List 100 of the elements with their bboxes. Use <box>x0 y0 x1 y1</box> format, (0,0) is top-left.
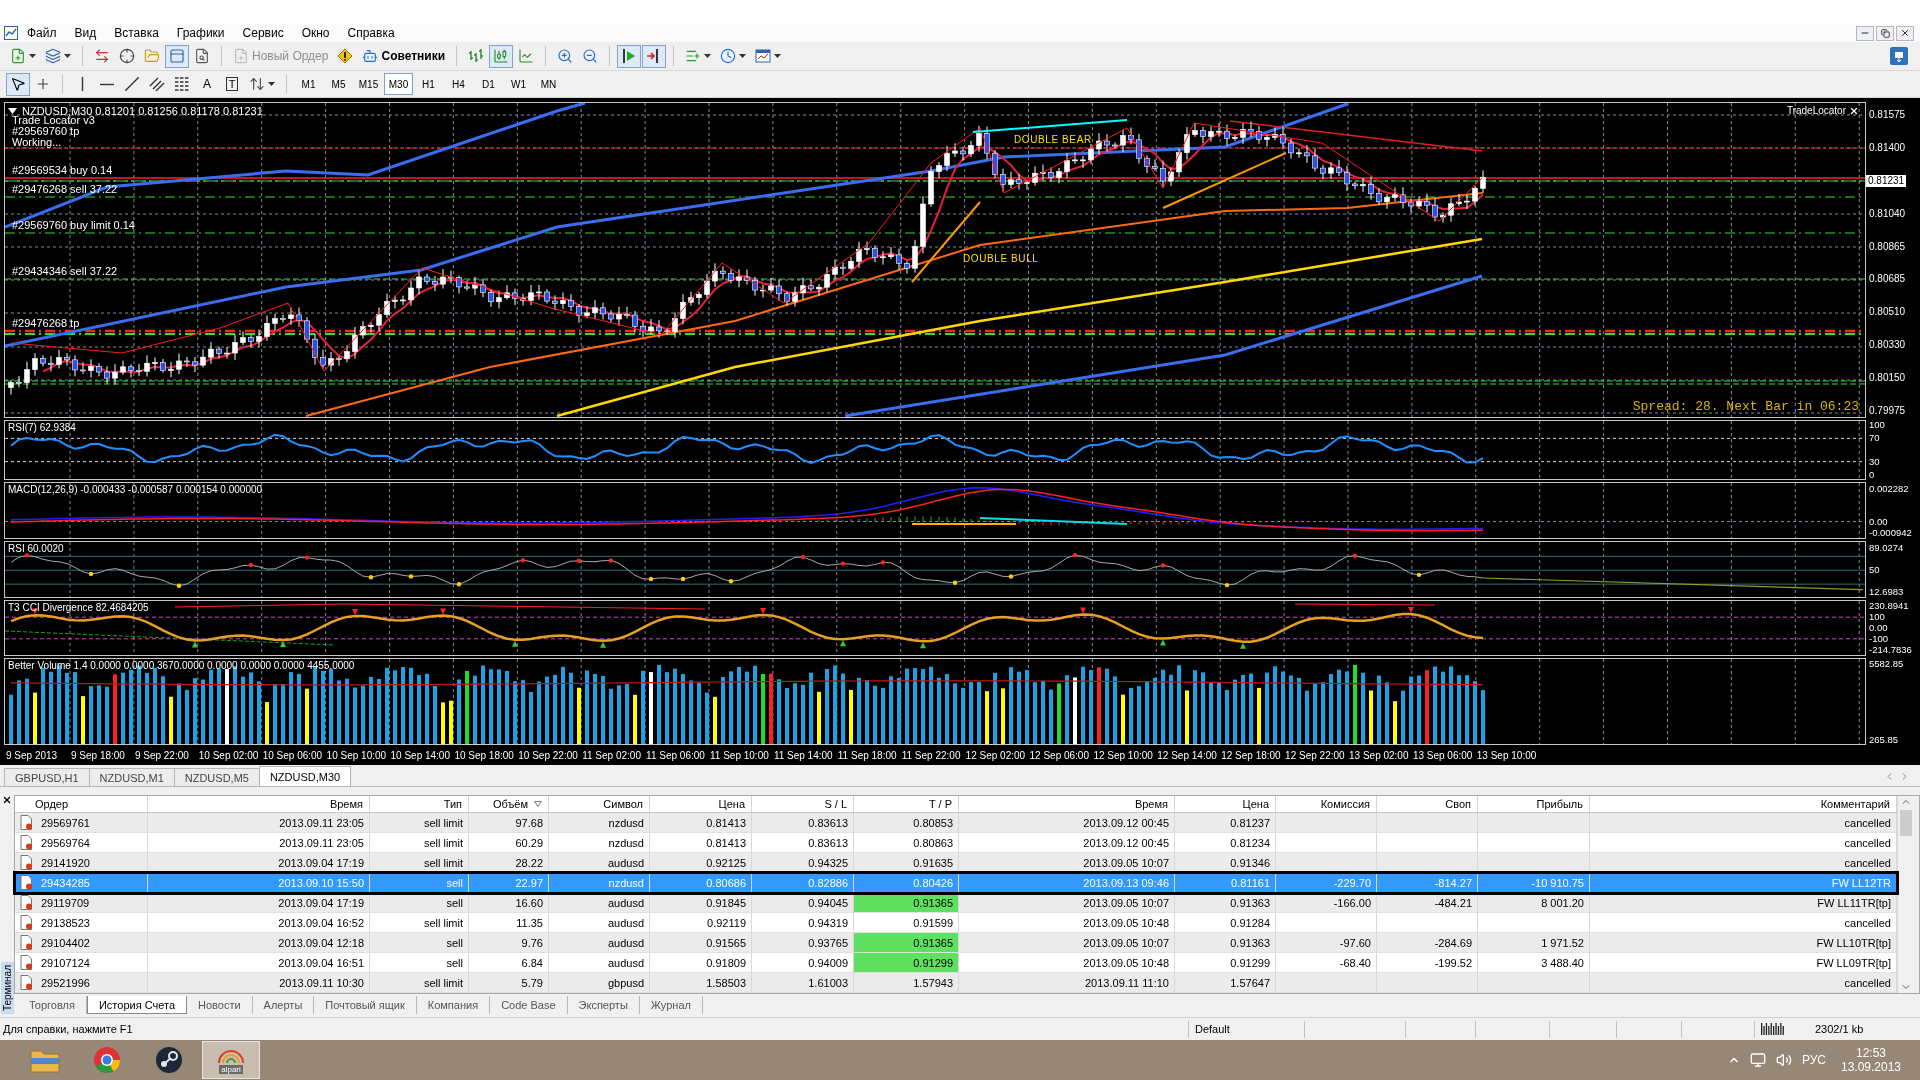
timeframe-button[interactable]: H1 <box>414 73 443 95</box>
close-icon[interactable] <box>2 795 12 805</box>
table-row[interactable]: 29569764 2013.09.11 23:05 sell limit 60.29 nzdusd 0.81413 0.83613 0.80863 2013.09.12 00:45 0.81234 cancelled <box>15 833 1897 853</box>
terminal-tab[interactable]: Эксперты <box>567 996 640 1014</box>
dark-round-logo-icon <box>155 1046 183 1074</box>
chart-tab[interactable]: NZDUSD,M30 <box>258 766 352 786</box>
column-header[interactable]: Комиссия <box>1320 798 1370 810</box>
table-cell: 29119709 <box>41 896 90 909</box>
table-row[interactable]: 29521996 2013.09.11 10:30 sell limit 5.79 gbpusd 1.58503 1.61003 1.57943 2013.09.11 11:10 1.57647 cancelled <box>15 973 1897 993</box>
table-cell: 29138523 <box>41 916 90 929</box>
timeframe-button[interactable]: M15 <box>354 73 383 95</box>
scrollbar-thumb[interactable] <box>1899 810 1912 836</box>
text-button[interactable]: A <box>195 72 219 96</box>
restore-button[interactable] <box>1876 25 1894 41</box>
column-header[interactable]: Время <box>329 798 363 810</box>
terminal-tab[interactable]: Журнал <box>639 996 703 1014</box>
caret-icon <box>774 54 782 58</box>
time-axis-label: 11 Sep 06:00 <box>646 750 705 761</box>
time-axis-label: 11 Sep 14:00 <box>773 750 833 761</box>
time-axis-label: 10 Sep 18:00 <box>454 750 514 761</box>
monitor-icon[interactable] <box>1749 1052 1766 1068</box>
column-header[interactable]: Прибыль <box>1536 798 1583 810</box>
column-header[interactable]: Символ <box>603 798 643 810</box>
table-row[interactable]: 29119709 2013.09.04 17:19 sell 16.60 audusd 0.91845 0.94045 0.91365 2013.09.05 10:07 0.91363 -166.00 -484.21 8 001.20 FW LL11TR[tp] <box>15 893 1897 913</box>
menu-item[interactable]: Окно <box>292 24 339 42</box>
column-header[interactable]: Комментарий <box>1820 798 1890 810</box>
menu-item[interactable]: Справка <box>338 24 404 42</box>
column-header[interactable]: S / L <box>824 798 847 810</box>
timeframe-button[interactable]: H4 <box>444 73 473 95</box>
axis-label: 50 <box>1869 565 1880 576</box>
table-cell: 1.57647 <box>1175 973 1276 993</box>
candle-chart-button[interactable] <box>489 44 514 68</box>
column-header[interactable]: Ордер <box>35 798 69 810</box>
timeframe-button[interactable]: M1 <box>294 73 323 95</box>
time-axis-label: 9 Sep 18:00 <box>71 750 125 761</box>
chart-tab[interactable]: NZDUSD,M5 <box>173 768 260 786</box>
table-row[interactable]: 29138523 2013.09.04 16:52 sell limit 11.35 audusd 0.92119 0.94319 0.91599 2013.09.05 10:48 0.91284 cancelled <box>15 913 1897 933</box>
speaker-icon[interactable] <box>1775 1052 1792 1068</box>
up-down-arrows-icon <box>249 76 265 92</box>
auto-scroll-button[interactable] <box>617 44 642 68</box>
terminal-tab[interactable]: Новости <box>187 996 253 1014</box>
dashed-lines-icon <box>175 77 189 91</box>
plus-icon <box>35 76 51 92</box>
table-row[interactable]: 29141920 2013.09.04 17:19 sell limit 28.22 audusd 0.92125 0.94325 0.91635 2013.09.05 10:07 0.91346 cancelled <box>15 853 1897 873</box>
terminal-tab[interactable]: Code Base <box>490 996 568 1014</box>
bars-icon <box>1761 1023 1785 1035</box>
terminal-tab[interactable]: Почтовый ящик <box>314 996 417 1014</box>
table-cell: 0.80686 <box>650 873 752 893</box>
column-header[interactable]: T / P <box>928 798 952 810</box>
terminal-tab[interactable]: Компания <box>416 996 491 1014</box>
column-header[interactable]: Своп <box>1445 798 1471 810</box>
table-row[interactable]: 29107124 2013.09.04 16:51 sell 6.84 audusd 0.91809 0.94009 0.91299 2013.09.05 10:48 0.91299 -68.40 -199.52 3 488.40 FW LL09TR[tp] <box>15 953 1897 973</box>
menu-item[interactable]: Графики <box>167 24 234 42</box>
menu-item[interactable]: Сервис <box>233 24 293 42</box>
price-axis-label: 0.80510 <box>1869 306 1906 319</box>
table-cell: 1.58503 <box>650 973 752 993</box>
close-icon <box>1900 28 1910 38</box>
menu-item[interactable]: Вставка <box>105 24 168 42</box>
chart-shift-button[interactable] <box>642 44 667 68</box>
close-button[interactable] <box>1896 25 1914 41</box>
menu-item[interactable]: Файл <box>18 24 66 42</box>
taskbar-button[interactable]: alpari <box>202 1041 260 1079</box>
column-header[interactable]: Цена <box>1242 798 1269 810</box>
time-axis-label: 10 Sep 22:00 <box>518 750 578 761</box>
table-cell: 5.79 <box>469 973 549 993</box>
scrollbar[interactable] <box>1897 796 1913 993</box>
terminal-tab[interactable]: Алерты <box>252 996 315 1014</box>
column-header[interactable]: Цена <box>718 798 745 810</box>
table-cell: 29569764 <box>41 836 90 849</box>
table-cell: 0.91365 <box>854 893 959 913</box>
table-row[interactable]: 29569761 2013.09.11 23:05 sell limit 97.68 nzdusd 0.81413 0.83613 0.80853 2013.09.12 00:45 0.81237 cancelled <box>15 813 1897 833</box>
column-header[interactable]: Тип <box>443 798 462 810</box>
menu-item[interactable]: Вид <box>65 24 106 42</box>
terminal-tab[interactable]: История Счета <box>86 996 187 1014</box>
timeframe-button[interactable]: MN <box>534 73 563 95</box>
chart-tab[interactable]: GBPUSD,H1 <box>4 768 90 786</box>
cursor-icon <box>10 76 26 92</box>
table-cell: 2013.09.11 11:10 <box>959 973 1175 993</box>
price-axis-label: 0.80330 <box>1869 339 1906 352</box>
chart-tab[interactable]: NZDUSD,M1 <box>88 768 175 786</box>
status-text: Для справки, нажмите F1 <box>2 1023 134 1035</box>
timeframe-button[interactable]: W1 <box>504 73 533 95</box>
column-header[interactable]: Время <box>1134 798 1168 810</box>
list-plus-icon <box>685 48 702 64</box>
terminal-tab[interactable]: Торговля <box>18 996 87 1014</box>
tile-icon <box>1890 47 1908 65</box>
timeframe-button[interactable]: D1 <box>474 73 503 95</box>
axis-label: 100 <box>1869 420 1885 430</box>
minimize-button[interactable] <box>1856 25 1874 41</box>
time-axis-label: 13 Sep 06:00 <box>1412 750 1473 761</box>
table-cell: cancelled <box>1590 973 1897 993</box>
timeframe-button[interactable]: M30 <box>384 73 413 95</box>
experts-button[interactable]: Советники <box>358 44 450 68</box>
table-row[interactable]: 29104402 2013.09.04 12:18 sell 9.76 audusd 0.91565 0.93765 0.91365 2013.09.05 10:07 0.91363 -97.60 -284.69 1 971.52 FW LL10TR[tp] <box>15 933 1897 953</box>
timeframe-button[interactable]: M5 <box>324 73 353 95</box>
axis-label: 230.8941 <box>1869 600 1909 611</box>
text-label-button[interactable]: T <box>220 72 244 96</box>
cursor-button[interactable] <box>6 72 30 96</box>
column-header[interactable]: Объём <box>492 798 528 810</box>
table-cell: 29569761 <box>41 816 90 829</box>
